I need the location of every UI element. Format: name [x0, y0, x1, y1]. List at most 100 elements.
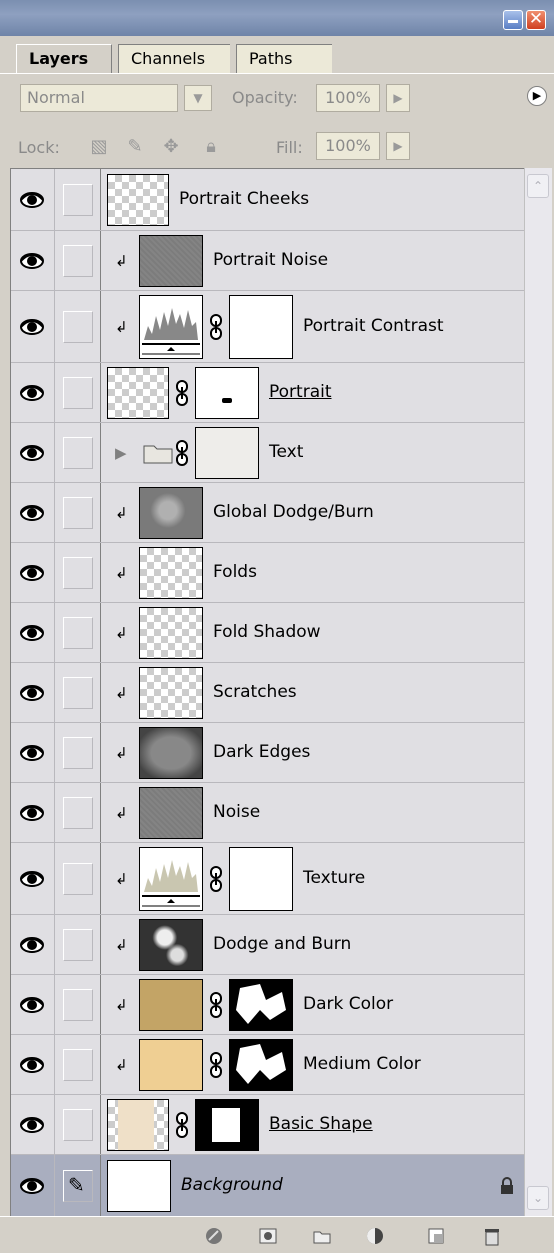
- layer-link-toggle[interactable]: [55, 783, 101, 842]
- chain-link-icon[interactable]: [175, 1112, 189, 1138]
- layer-link-toggle[interactable]: [55, 231, 101, 290]
- visibility-toggle[interactable]: [11, 723, 55, 782]
- visibility-toggle[interactable]: [11, 291, 55, 362]
- layer-name[interactable]: Dark Color: [303, 993, 393, 1015]
- layer-link-toggle[interactable]: [55, 291, 101, 362]
- eye-icon[interactable]: [19, 1055, 45, 1075]
- layer-name[interactable]: Portrait Noise: [213, 249, 328, 271]
- chain-link-icon[interactable]: [209, 866, 223, 892]
- eye-icon[interactable]: [19, 503, 45, 523]
- layer-name[interactable]: Fold Shadow: [213, 621, 321, 643]
- eye-icon[interactable]: [19, 317, 45, 337]
- layer-thumbnail[interactable]: [139, 667, 203, 719]
- eye-icon[interactable]: [19, 743, 45, 763]
- eye-icon[interactable]: [19, 1115, 45, 1135]
- visibility-toggle[interactable]: [11, 423, 55, 482]
- layer-link-toggle[interactable]: [55, 1035, 101, 1094]
- layer-mask-thumbnail[interactable]: [229, 295, 293, 359]
- layer-row[interactable]: ↲ Folds: [11, 543, 525, 603]
- layer-link-toggle[interactable]: [55, 169, 101, 230]
- scrollbar[interactable]: ⌃ ⌄: [524, 168, 552, 1216]
- layer-mask-thumbnail[interactable]: [229, 847, 293, 911]
- expand-triangle-icon[interactable]: ▶: [115, 443, 127, 463]
- scroll-up-icon[interactable]: ⌃: [527, 174, 549, 198]
- layer-thumbnail[interactable]: [139, 235, 203, 287]
- trash-icon[interactable]: [480, 1225, 504, 1247]
- eye-icon[interactable]: [19, 935, 45, 955]
- visibility-toggle[interactable]: [11, 169, 55, 230]
- chain-link-icon[interactable]: [209, 314, 223, 340]
- fill-field[interactable]: 100%: [316, 132, 380, 160]
- add-mask-icon[interactable]: [256, 1225, 280, 1247]
- layer-thumbnail[interactable]: [139, 607, 203, 659]
- layer-thumbnail[interactable]: [139, 727, 203, 779]
- eye-icon[interactable]: [19, 623, 45, 643]
- layer-name[interactable]: Global Dodge/Burn: [213, 501, 374, 523]
- blend-mode-select[interactable]: Normal: [20, 84, 178, 112]
- layer-row[interactable]: ↲ Noise: [11, 783, 525, 843]
- layer-link-toggle[interactable]: [55, 423, 101, 482]
- layer-name[interactable]: Texture: [303, 867, 365, 889]
- tab-paths[interactable]: Paths: [236, 44, 332, 74]
- layer-mask-thumbnail[interactable]: [229, 1039, 293, 1091]
- lock-brush-icon[interactable]: ✎: [124, 136, 146, 158]
- layer-row[interactable]: ↲ Dodge and Burn: [11, 915, 525, 975]
- visibility-toggle[interactable]: [11, 843, 55, 914]
- eye-icon[interactable]: [19, 443, 45, 463]
- layer-thumbnail[interactable]: [139, 787, 203, 839]
- layer-name[interactable]: Basic Shape: [269, 1113, 373, 1135]
- panel-menu-icon[interactable]: ▶: [527, 86, 547, 106]
- layer-link-toggle[interactable]: ✎: [55, 1155, 101, 1216]
- close-button[interactable]: ✕: [526, 9, 546, 30]
- layer-name[interactable]: Dark Edges: [213, 741, 310, 763]
- layer-link-toggle[interactable]: [55, 363, 101, 422]
- layer-thumbnail[interactable]: [139, 547, 203, 599]
- layer-row[interactable]: ↲ Portrait Contrast: [11, 291, 525, 363]
- visibility-toggle[interactable]: [11, 663, 55, 722]
- layer-name[interactable]: Portrait Contrast: [303, 315, 444, 337]
- layer-link-toggle[interactable]: [55, 603, 101, 662]
- layer-thumbnail[interactable]: [139, 295, 203, 359]
- layer-row[interactable]: ▶ Text: [11, 423, 525, 483]
- chain-link-icon[interactable]: [175, 380, 189, 406]
- layer-thumbnail[interactable]: [139, 487, 203, 539]
- layer-link-toggle[interactable]: [55, 843, 101, 914]
- layer-row[interactable]: ↲ Medium Color: [11, 1035, 525, 1095]
- adjustment-layer-icon[interactable]: [364, 1225, 388, 1247]
- lock-move-icon[interactable]: ✥: [160, 136, 182, 158]
- opacity-field[interactable]: 100%: [316, 84, 380, 112]
- chain-link-icon[interactable]: [209, 1052, 223, 1078]
- chain-link-icon[interactable]: [175, 440, 189, 466]
- layer-row[interactable]: ✎ Background: [11, 1155, 525, 1217]
- eye-icon[interactable]: [19, 803, 45, 823]
- eye-icon[interactable]: [19, 251, 45, 271]
- visibility-toggle[interactable]: [11, 975, 55, 1034]
- layer-row[interactable]: Portrait Cheeks: [11, 169, 525, 231]
- layer-row[interactable]: ↲ Global Dodge/Burn: [11, 483, 525, 543]
- tab-layers[interactable]: Layers: [16, 44, 112, 74]
- layer-thumbnail[interactable]: [107, 1099, 169, 1151]
- minimize-button[interactable]: [503, 10, 523, 30]
- eye-icon[interactable]: [19, 869, 45, 889]
- eye-icon[interactable]: [19, 1176, 45, 1196]
- eye-icon[interactable]: [19, 190, 45, 210]
- chevron-down-icon[interactable]: ▼: [184, 85, 212, 111]
- fill-slider-arrow-icon[interactable]: ▶: [386, 132, 410, 160]
- new-layer-icon[interactable]: [424, 1225, 448, 1247]
- layer-row[interactable]: ↲ Texture: [11, 843, 525, 915]
- layer-name[interactable]: Background: [181, 1174, 283, 1196]
- layer-name[interactable]: Medium Color: [303, 1053, 421, 1075]
- layer-thumbnail[interactable]: [139, 847, 203, 911]
- layer-row[interactable]: Portrait: [11, 363, 525, 423]
- layer-row[interactable]: ↲ Fold Shadow: [11, 603, 525, 663]
- layer-thumbnail[interactable]: [107, 174, 169, 226]
- opacity-slider-arrow-icon[interactable]: ▶: [386, 84, 410, 112]
- layer-row[interactable]: ↲ Dark Edges: [11, 723, 525, 783]
- layer-mask-thumbnail[interactable]: [195, 427, 259, 479]
- layer-name[interactable]: Dodge and Burn: [213, 933, 351, 955]
- layer-mask-thumbnail[interactable]: [229, 979, 293, 1031]
- new-group-icon[interactable]: [310, 1225, 334, 1247]
- layer-name[interactable]: Portrait Cheeks: [179, 188, 309, 210]
- layer-mask-thumbnail[interactable]: [195, 1099, 259, 1151]
- visibility-toggle[interactable]: [11, 1095, 55, 1154]
